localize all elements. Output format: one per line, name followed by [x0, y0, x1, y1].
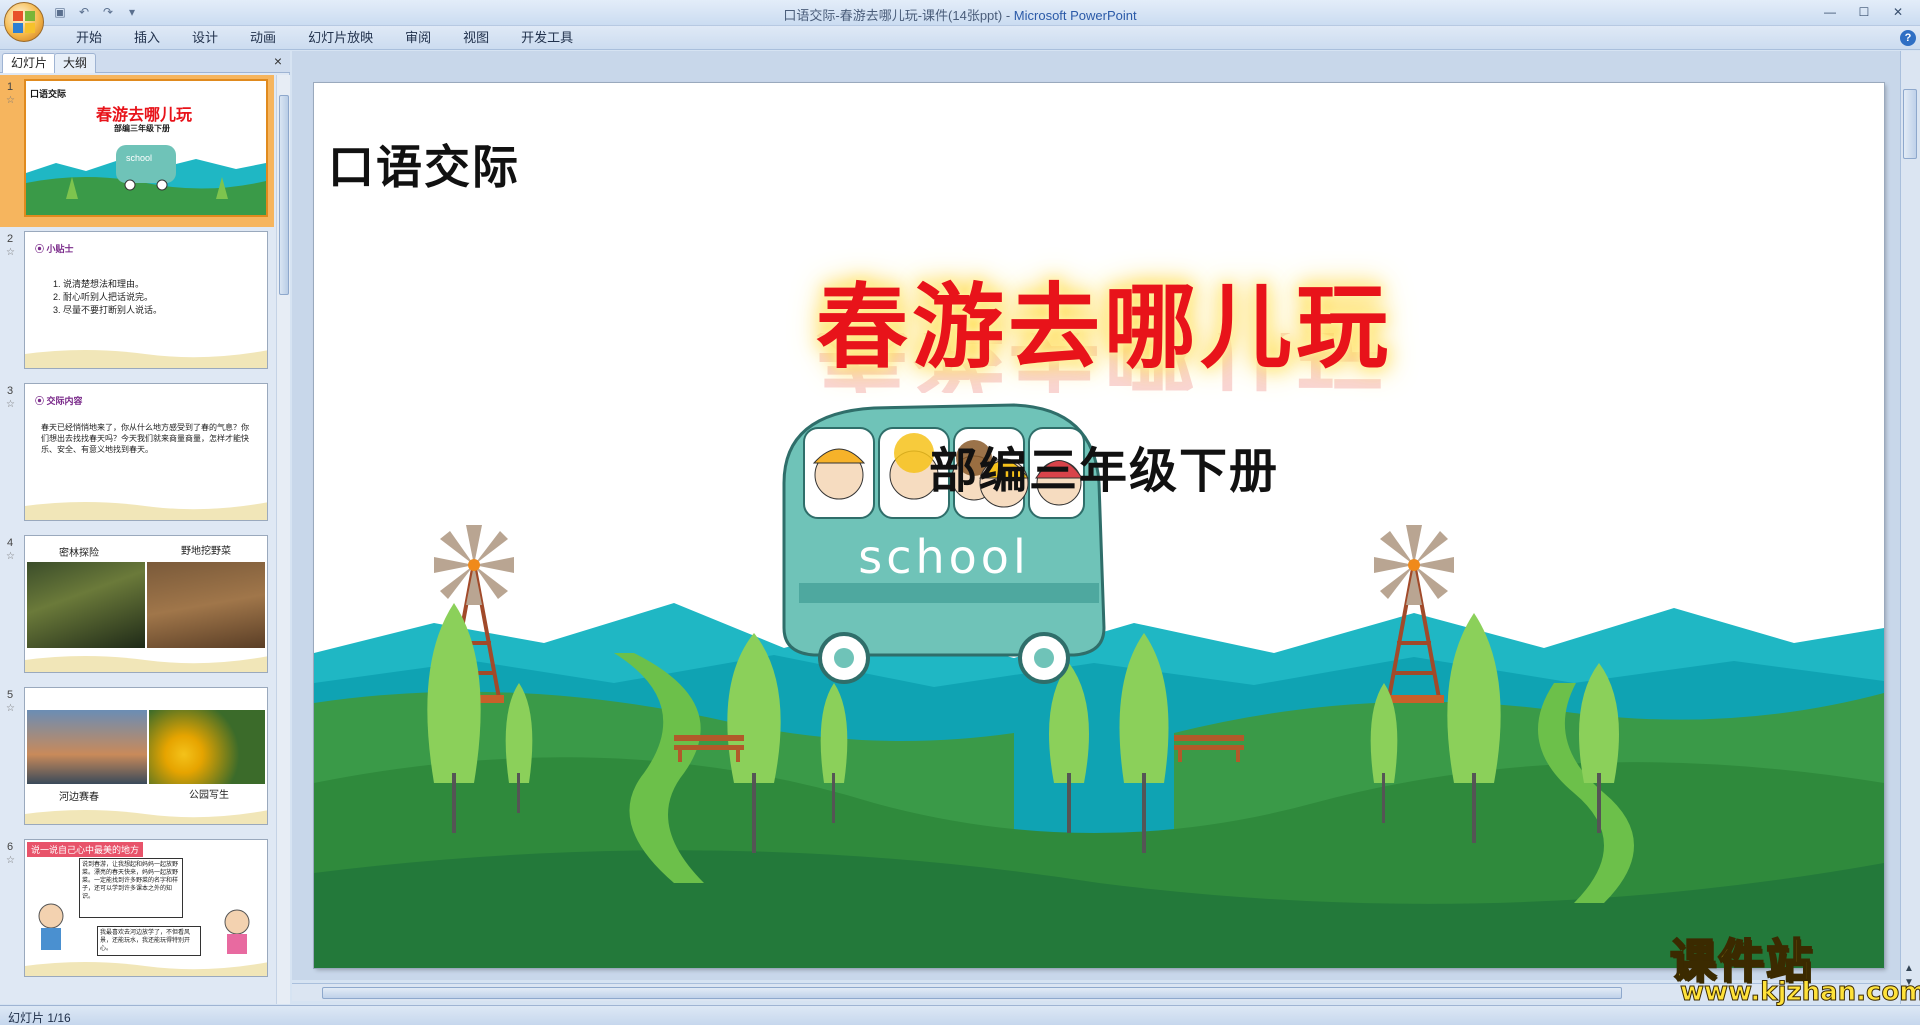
site-watermark: 课件站 www.kjzhan.com [1669, 925, 1920, 1008]
thumbnail-row-6[interactable]: 6 ☆ 说一说自己心中最美的地方 说到春游，让我想起和妈妈一起放野菜。漂亮的春天… [0, 835, 274, 987]
thumbnail-1-heading: 口语交际 [30, 89, 67, 99]
thumbnail-2-heading-text: 小贴士 [46, 244, 74, 254]
thumbnail-2-line: 1. 说清楚想法和理由。 [53, 279, 145, 289]
slide-title[interactable]: 春游去哪儿玩 [784, 253, 1424, 386]
app-name: Microsoft PowerPoint [1013, 8, 1137, 23]
thumbnail-list: 1 ☆ 口语交际 春游去哪儿玩 部编三年级下册 school 2 ☆ ⦿ 小贴士… [0, 75, 274, 1004]
thumbnail-slide-6[interactable]: 说一说自己心中最美的地方 说到春游，让我想起和妈妈一起放野菜。漂亮的春天快来，妈… [24, 839, 268, 977]
thumbnail-6-figures [25, 903, 267, 976]
ribbon-tab-6[interactable]: 审阅 [389, 29, 447, 47]
slide-editing-area: school 口语交际 春游去哪儿玩 春游去哪儿玩 部编三年级下册 [292, 51, 1900, 980]
office-button[interactable] [4, 2, 44, 42]
minimize-icon[interactable]: — [1814, 2, 1846, 22]
thumbnail-row-1[interactable]: 1 ☆ 口语交际 春游去哪儿玩 部编三年级下册 school [0, 75, 274, 227]
ribbon-tab-4[interactable]: 动画 [234, 29, 292, 47]
ribbon-tab-list: 开始 插入 设计 动画 幻灯片放映 审阅 视图 开发工具 [60, 29, 589, 47]
thumbnail-1-subtitle: 部编三年级下册 [114, 124, 170, 133]
panel-close-icon[interactable]: × [274, 53, 282, 69]
animation-star-icon: ☆ [6, 703, 15, 714]
thumbnail-number: 2 [7, 233, 14, 245]
title-separator: - [1002, 8, 1014, 23]
bus-school-text: school [858, 530, 1029, 584]
thumbnail-number: 3 [7, 385, 14, 397]
ribbon-tab-7[interactable]: 视图 [447, 29, 505, 47]
ribbon-tab-8[interactable]: 开发工具 [505, 29, 589, 47]
thumbnail-2-lines: 1. 说清楚想法和理由。 2. 耐心听别人把话说完。 3. 尽量不要打断别人说话… [53, 278, 162, 317]
thumbnail-2-line: 3. 尽量不要打断别人说话。 [53, 305, 163, 315]
window-controls: — ☐ ✕ [1814, 2, 1914, 22]
animation-star-icon: ☆ [6, 855, 15, 866]
thumbnail-row-5[interactable]: 5 ☆ 河边赛春 公园写生 [0, 683, 274, 835]
thumbnail-row-2[interactable]: 2 ☆ ⦿ 小贴士 1. 说清楚想法和理由。 2. 耐心听别人把话说完。 3. … [0, 227, 274, 379]
horizontal-scroll-thumb[interactable] [322, 987, 1622, 999]
thumbnail-slide-3[interactable]: ⦿ 交际内容 春天已经悄悄地来了，你从什么地方感受到了春的气息？你们想出去找找春… [24, 383, 268, 521]
thumbnail-scrollbar[interactable] [276, 75, 290, 1004]
thumbnail-2-line: 2. 耐心听别人把话说完。 [53, 292, 154, 302]
thumbnail-4-ground [25, 656, 267, 672]
slide-counter: 幻灯片 1/16 [8, 1011, 71, 1025]
slide-horizontal-scrollbar[interactable] [292, 983, 1900, 1001]
thumbnail-slide-2[interactable]: ⦿ 小贴士 1. 说清楚想法和理由。 2. 耐心听别人把话说完。 3. 尽量不要… [24, 231, 268, 369]
thumbnail-1-bus-text: school [126, 153, 153, 163]
thumbnail-number: 5 [7, 689, 14, 701]
slide-background-scene: school [314, 403, 1884, 968]
thumbnail-3-body: 春天已经悄悄地来了，你从什么地方感受到了春的气息？你们想出去找找春天吗？今天我们… [41, 423, 249, 454]
ribbon-tab-2[interactable]: 插入 [118, 29, 176, 47]
thumbnail-number: 6 [7, 841, 14, 853]
watermark-url: www.kjzhan.com [1679, 977, 1920, 1008]
help-icon[interactable]: ? [1900, 30, 1916, 46]
animation-star-icon: ☆ [6, 95, 15, 106]
tab-slides[interactable]: 幻灯片 [2, 53, 57, 73]
ribbon-tab-1[interactable]: 开始 [60, 29, 118, 47]
thumbnail-2-heading: ⦿ 小贴士 [35, 244, 74, 254]
thumbnail-scroll-thumb[interactable] [279, 95, 289, 295]
thumbnail-number: 1 [7, 81, 14, 93]
animation-star-icon: ☆ [6, 551, 15, 562]
ribbon-tabs: 开始 插入 设计 动画 幻灯片放映 审阅 视图 开发工具 ? [0, 26, 1920, 50]
title-bar: ▣ ↶ ↷ ▾ 口语交际-春游去哪儿玩-课件(14张ppt) - Microso… [0, 0, 1920, 26]
slide-heading[interactable]: 口语交际 [328, 131, 520, 197]
slide-vertical-scrollbar[interactable]: ▲ ▼ [1900, 51, 1920, 1004]
office-logo-icon [13, 11, 35, 33]
panel-tabs: 幻灯片 大纲 × [0, 51, 290, 73]
animation-star-icon: ☆ [6, 247, 15, 258]
current-slide[interactable]: school 口语交际 春游去哪儿玩 春游去哪儿玩 部编三年级下册 [314, 83, 1884, 968]
document-title: 口语交际-春游去哪儿玩-课件(14张ppt) [783, 8, 1003, 23]
animation-star-icon: ☆ [6, 399, 15, 410]
thumbnail-5-ground [25, 810, 267, 824]
thumbnail-row-4[interactable]: 4 ☆ 密林探险 野地挖野菜 [0, 531, 274, 683]
thumbnail-1-title: 春游去哪儿玩 [96, 107, 193, 124]
maximize-icon[interactable]: ☐ [1848, 2, 1880, 22]
status-bar: 幻灯片 1/16 [0, 1005, 1920, 1025]
slide-subtitle[interactable]: 部编三年级下册 [834, 431, 1374, 501]
thumbnail-number: 4 [7, 537, 14, 549]
thumbnail-3-heading-text: 交际内容 [46, 396, 83, 406]
powerpoint-window: ▣ ↶ ↷ ▾ 口语交际-春游去哪儿玩-课件(14张ppt) - Microso… [0, 0, 1920, 1025]
ribbon-tab-3[interactable]: 设计 [176, 29, 234, 47]
tab-outline[interactable]: 大纲 [54, 53, 97, 73]
slides-panel: 幻灯片 大纲 × 1 ☆ 口语交际 春游去哪儿玩 部编三年级下册 school … [0, 51, 290, 1004]
slide-scroll-thumb[interactable] [1903, 89, 1917, 159]
close-icon[interactable]: ✕ [1882, 2, 1914, 22]
ribbon-tab-5[interactable]: 幻灯片放映 [292, 29, 389, 47]
window-title: 口语交际-春游去哪儿玩-课件(14张ppt) - Microsoft Power… [0, 5, 1920, 24]
thumbnail-slide-4[interactable]: 密林探险 野地挖野菜 [24, 535, 268, 673]
thumbnail-slide-5[interactable]: 河边赛春 公园写生 [24, 687, 268, 825]
thumbnail-3-heading: ⦿ 交际内容 [35, 396, 83, 406]
thumbnail-row-3[interactable]: 3 ☆ ⦿ 交际内容 春天已经悄悄地来了，你从什么地方感受到了春的气息？你们想出… [0, 379, 274, 531]
thumbnail-slide-1[interactable]: 口语交际 春游去哪儿玩 部编三年级下册 school [24, 79, 268, 217]
